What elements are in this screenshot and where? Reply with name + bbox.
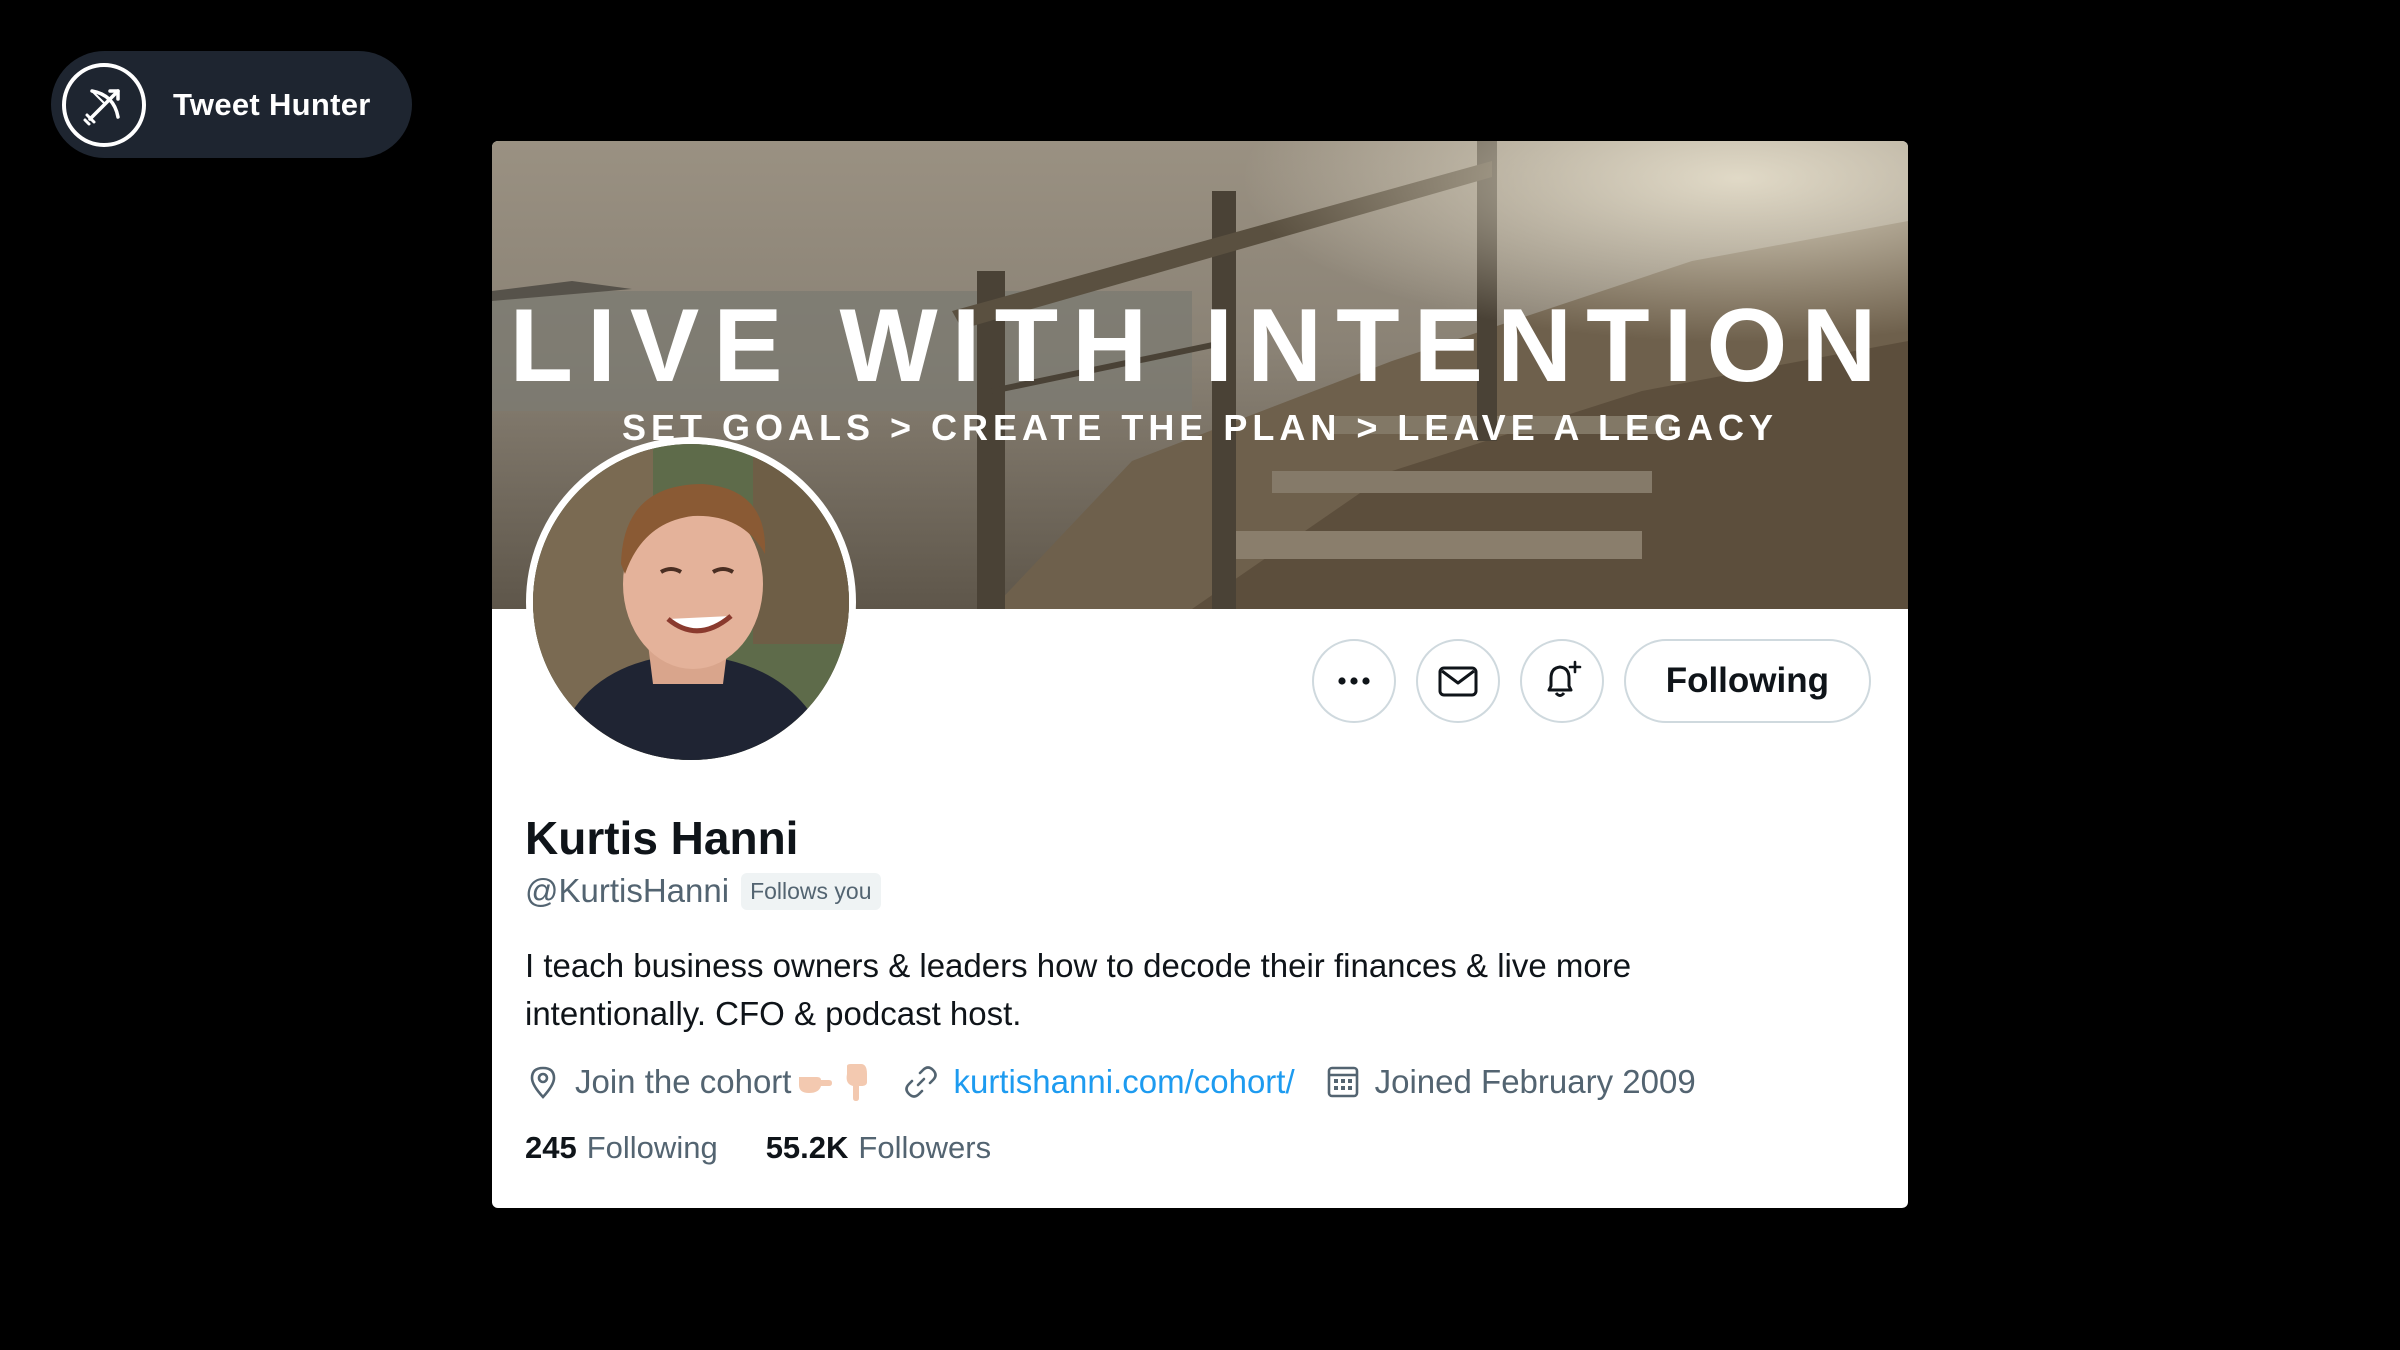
pointing-down-icon — [839, 1062, 873, 1102]
location-text: Join the cohort — [575, 1063, 792, 1101]
banner-tagline: SET GOALS > CREATE THE PLAN > LEAVE A LE… — [622, 407, 1778, 448]
follows-you-badge: Follows you — [741, 872, 881, 910]
following-stat[interactable]: 245 Following — [525, 1130, 718, 1166]
handle: @KurtisHanni — [525, 872, 730, 910]
followers-stat[interactable]: 55.2K Followers — [766, 1130, 991, 1166]
follow-stats: 245 Following 55.2K Followers — [525, 1130, 1885, 1166]
following-label: Following — [586, 1130, 718, 1166]
profile-card: LIVE WITH INTENTION SET GOALS > CREATE T… — [492, 141, 1908, 1208]
avatar[interactable] — [526, 437, 856, 767]
bow-arrow-icon — [62, 62, 146, 147]
more-button[interactable] — [1311, 639, 1396, 723]
location: Join the cohort — [525, 1062, 873, 1102]
calendar-icon — [1325, 1064, 1361, 1100]
mail-icon — [1438, 666, 1478, 697]
link-icon — [903, 1064, 939, 1100]
tweet-hunter-badge: Tweet Hunter — [51, 51, 412, 158]
handle-row: @KurtisHanni Follows you — [525, 872, 1885, 910]
website[interactable]: kurtishanni.com/cohort/ — [903, 1063, 1295, 1101]
bio-line: intentionally. CFO & podcast host. — [525, 995, 1022, 1033]
bell-plus-icon — [1547, 660, 1582, 697]
profile-meta: Join the cohort kurtishanni.com/cohort/ … — [525, 1062, 1885, 1102]
followers-count: 55.2K — [765, 1130, 849, 1166]
followers-label: Followers — [858, 1130, 992, 1166]
more-icon — [1338, 677, 1370, 685]
profile-info: Kurtis Hanni @KurtisHanni Follows you I … — [525, 811, 1885, 1166]
brand-name: Tweet Hunter — [173, 86, 371, 122]
website-link[interactable]: kurtishanni.com/cohort/ — [953, 1063, 1294, 1101]
location-pin-icon — [525, 1064, 561, 1100]
banner-headline: LIVE WITH INTENTION — [509, 288, 1890, 404]
message-button[interactable] — [1415, 639, 1500, 723]
bio: I teach business owners & leaders how to… — [525, 942, 1865, 1038]
joined-date: Joined February 2009 — [1325, 1063, 1696, 1101]
joined-text: Joined February 2009 — [1374, 1063, 1696, 1101]
bio-line: I teach business owners & leaders how to… — [525, 947, 1632, 985]
following-button[interactable]: Following — [1623, 639, 1871, 723]
display-name: Kurtis Hanni — [525, 812, 799, 864]
profile-actions: Following — [1311, 639, 1871, 723]
pointing-hand-icon — [795, 1065, 835, 1099]
notifications-button[interactable] — [1519, 639, 1604, 723]
following-count: 245 — [525, 1130, 577, 1166]
